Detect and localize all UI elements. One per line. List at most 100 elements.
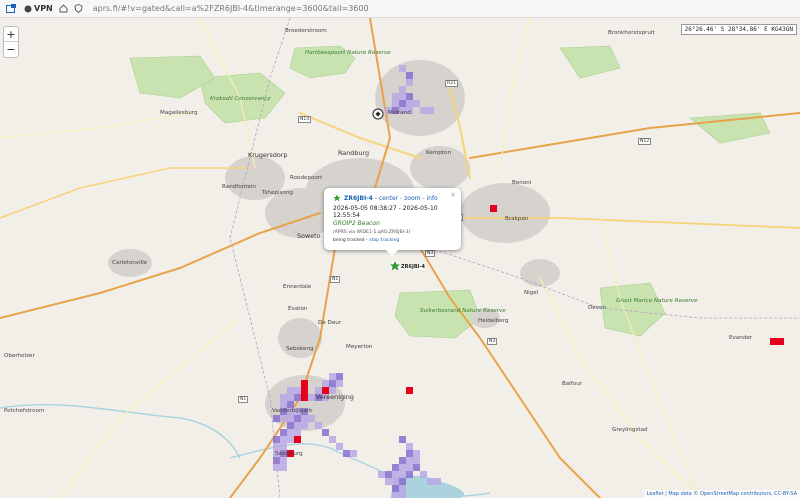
heatmap-cell: [308, 394, 315, 401]
road-shield: N3: [425, 250, 436, 257]
heatmap-cell: [399, 485, 406, 492]
heatmap-cell: [420, 471, 427, 478]
road-shield: N12: [638, 138, 652, 145]
heatmap-cell: [399, 471, 406, 478]
heatmap-cell: [406, 93, 413, 100]
vpn-label: VPN: [34, 4, 53, 13]
heatmap-hotspot: [294, 436, 301, 443]
place-label: Benoni: [512, 180, 532, 186]
road-secondary-6: [59, 317, 241, 498]
window-icon[interactable]: [6, 4, 16, 13]
heatmap-cell: [392, 471, 399, 478]
heatmap-cell: [280, 443, 287, 450]
place-label: Sasolburg: [275, 451, 303, 457]
heatmap-cell: [322, 429, 329, 436]
heatmap-hotspot: [301, 380, 308, 387]
heatmap-cell: [413, 464, 420, 471]
zoom-in-button[interactable]: +: [4, 27, 18, 42]
place-label: Nigel: [524, 290, 539, 296]
place-label: Sebokeng: [286, 346, 314, 352]
place-label: Carletonville: [112, 260, 148, 266]
address-bar[interactable]: aprs.fi/#!v=gated&call=a%2FZR6JBI-4&time…: [93, 4, 369, 13]
popup-callsign[interactable]: ZR6JBI-4: [344, 195, 373, 202]
place-label: Devon: [588, 305, 607, 311]
heatmap-cell: [350, 450, 357, 457]
place-label: Ennerdale: [283, 284, 312, 290]
heatmap-cell: [420, 107, 427, 114]
heatmap-hotspot: [406, 387, 413, 394]
coordinate-readout: 26°26.46' S 28°34.86' E KG43GN: [680, 24, 797, 35]
heatmap-cell: [406, 464, 413, 471]
reserve-ne: [559, 45, 621, 79]
link-center[interactable]: center: [379, 195, 398, 202]
heatmap-cell: [399, 478, 406, 485]
place-label: Balfour: [562, 381, 583, 387]
heatmap-cell: [322, 380, 329, 387]
reserve-magaliesberg: [129, 55, 216, 99]
popup-timestamps: 2026-05-05 08:38:27 - 2026-05-10 12:55:5…: [333, 205, 438, 219]
heatmap-cell: [413, 450, 420, 457]
shield-icon[interactable]: [74, 4, 83, 13]
heatmap-hotspot: [777, 338, 784, 345]
link-zoom[interactable]: zoom: [404, 195, 420, 202]
heatmap-cell: [273, 415, 280, 422]
heatmap-cell: [392, 478, 399, 485]
heatmap-cell: [301, 422, 308, 429]
place-label: Hartbeespoort Nature Reserve: [305, 50, 391, 56]
heatmap-cell: [280, 464, 287, 471]
heatmap-cell: [385, 478, 392, 485]
heatmap-cell: [329, 373, 336, 380]
heatmap-cell: [308, 415, 315, 422]
tracking-status: being tracked -: [333, 238, 368, 243]
heatmap-cell: [287, 422, 294, 429]
road-west: [0, 167, 251, 219]
leaflet-link[interactable]: Leaflet: [647, 491, 664, 497]
heatmap-cell: [315, 422, 322, 429]
heatmap-cell: [399, 436, 406, 443]
map-view[interactable]: Broederstroom Hartbeespoort Nature Reserv…: [0, 18, 800, 498]
link-info[interactable]: info: [426, 195, 437, 202]
map-canvas[interactable]: [0, 18, 800, 498]
station-marker[interactable]: [389, 260, 401, 271]
place-label: Randburg: [338, 149, 370, 157]
heatmap-cell: [329, 380, 336, 387]
stop-tracking-link[interactable]: stop tracking: [369, 238, 399, 243]
heatmap-cell: [392, 464, 399, 471]
heatmap-cell: [406, 443, 413, 450]
place-label: Magaliesburg: [160, 110, 198, 116]
station-popup: × ZR6JBI-4 - center - zoom - info 2026-0…: [324, 188, 461, 256]
zoom-out-button[interactable]: −: [4, 42, 18, 57]
heatmap-cell: [406, 100, 413, 107]
heatmap-hotspot: [490, 205, 497, 212]
heatmap-cell: [287, 415, 294, 422]
heatmap-cell: [280, 394, 287, 401]
heatmap-cell: [287, 394, 294, 401]
vpn-badge[interactable]: VPN: [24, 4, 53, 13]
heatmap-cell: [273, 443, 280, 450]
place-label: Groot Marico Nature Reserve: [616, 298, 698, 304]
heatmap-cell: [287, 429, 294, 436]
home-icon[interactable]: [59, 4, 68, 13]
urban-eastrand: [460, 183, 550, 243]
popup-close-button[interactable]: ×: [450, 191, 456, 199]
reserve-suikerbosrand: [394, 289, 481, 339]
gateway-marker[interactable]: [372, 108, 384, 120]
place-label: Soweto: [297, 232, 321, 240]
place-label: Greylingstad: [612, 427, 648, 433]
place-label: Roodepoort: [290, 175, 323, 181]
road-shield: N1: [238, 396, 249, 403]
heatmap-cell: [392, 100, 399, 107]
heatmap-cell: [406, 79, 413, 86]
heatmap-cell: [294, 387, 301, 394]
map-attribution: Leaflet | Map data © OpenStreetMap contr…: [643, 490, 800, 498]
heatmap-cell: [280, 429, 287, 436]
heatmap-cell: [399, 93, 406, 100]
heatmap-cell: [427, 478, 434, 485]
road-shield: N14: [298, 116, 312, 123]
heatmap-cell: [399, 100, 406, 107]
heatmap-cell: [273, 457, 280, 464]
heatmap-cell: [406, 471, 413, 478]
heatmap-cell: [399, 65, 406, 72]
place-label: Bronkhorstspruit: [608, 30, 655, 36]
road-shield: N3: [487, 338, 498, 345]
